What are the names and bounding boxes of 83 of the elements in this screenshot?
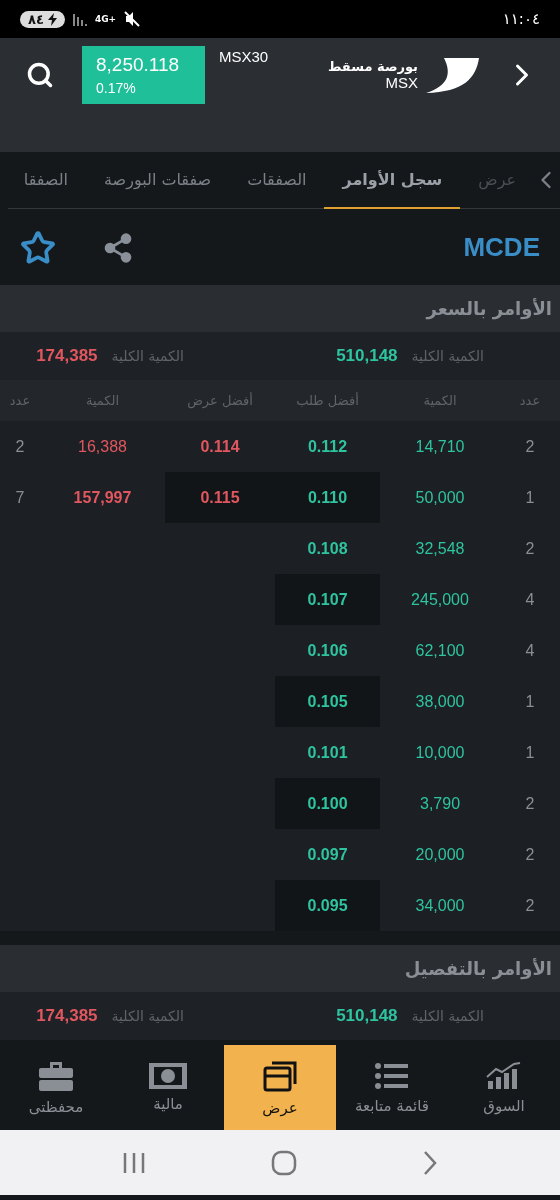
table-cell-text: 7 bbox=[14, 487, 26, 508]
table-cell-text: 16,388 bbox=[77, 436, 128, 457]
index-name: MSX30 bbox=[219, 48, 269, 65]
table-cell: 0.110 bbox=[275, 472, 380, 523]
nav-item[interactable]: السوق bbox=[448, 1045, 560, 1130]
table-cell-text: 0.114 bbox=[199, 436, 241, 457]
table-cell: 0.105 bbox=[275, 676, 380, 727]
nav-item[interactable]: محفظتى bbox=[0, 1045, 112, 1130]
chart-icon bbox=[486, 1060, 522, 1091]
favorite-button[interactable] bbox=[20, 229, 56, 266]
tab[interactable]: الصفقا bbox=[5, 152, 87, 209]
table-cell-text: 2 bbox=[14, 436, 26, 457]
banknote-icon bbox=[149, 1062, 187, 1089]
table-cell-text: 0.108 bbox=[306, 538, 349, 559]
table-cell-text: 10,000 bbox=[414, 742, 466, 763]
search-icon[interactable] bbox=[26, 61, 54, 89]
total-value: 510,148 bbox=[336, 1006, 398, 1026]
table-cell-text: 2 bbox=[524, 436, 536, 457]
total-label: الكمية الكلية bbox=[411, 1008, 484, 1024]
column-header: الكمية bbox=[84, 393, 121, 408]
nav-item[interactable]: عرض bbox=[224, 1045, 336, 1130]
table-cell-text: 2 bbox=[524, 844, 536, 865]
column-header: أفضل طلب bbox=[295, 393, 360, 408]
battery-indicator: ٨٤ bbox=[20, 10, 65, 28]
list-icon bbox=[374, 1060, 410, 1091]
table-cell-text: 50,000 bbox=[414, 487, 466, 508]
table-cell-text: 0.097 bbox=[306, 844, 349, 865]
table-cell-text: 4 bbox=[524, 640, 536, 661]
tab[interactable]: سجل الأوامر bbox=[324, 152, 461, 209]
table-cell: 0.100 bbox=[275, 778, 380, 829]
nav-item[interactable]: قائمة متابعة bbox=[336, 1045, 448, 1130]
column-header: الكمية bbox=[422, 393, 458, 408]
table-cell-text: 2 bbox=[524, 793, 536, 814]
table-cell-text: 1 bbox=[524, 691, 536, 712]
table-cell-text: 4 bbox=[524, 589, 536, 610]
nav-item[interactable]: مالية bbox=[112, 1045, 224, 1130]
logo-text: MSX bbox=[385, 74, 418, 91]
table-cell-text: 62,100 bbox=[414, 640, 466, 661]
network-label: 4G+ bbox=[94, 14, 117, 24]
table-cell: 0.115 bbox=[165, 472, 275, 523]
table-cell-text: 20,000 bbox=[414, 844, 466, 865]
logo-text: بورصة مسقط bbox=[327, 59, 418, 74]
section-title: الأوامر بالتفصيل bbox=[404, 958, 552, 979]
table-cell-text: 14,710 bbox=[414, 436, 466, 457]
total-value: 174,385 bbox=[36, 1006, 98, 1026]
table-cell-text: 34,000 bbox=[414, 895, 466, 916]
column-header: عدد bbox=[518, 393, 542, 408]
mute-icon bbox=[124, 11, 141, 27]
logo-icon bbox=[424, 56, 480, 94]
index-change: 0.17% bbox=[96, 80, 137, 96]
briefcase-icon bbox=[38, 1059, 74, 1092]
section-title: الأوامر بالسعر bbox=[426, 298, 552, 319]
home-button[interactable] bbox=[271, 1149, 297, 1176]
tab[interactable]: صفقات البورصة bbox=[86, 152, 230, 209]
table-cell-text: 157,997 bbox=[72, 487, 133, 508]
table-cell-text: 2 bbox=[524, 895, 536, 916]
table-cell: 0.107 bbox=[275, 574, 380, 625]
column-header: عدد bbox=[8, 393, 32, 408]
index-value: 8,250.118 bbox=[96, 54, 181, 76]
total-value: 174,385 bbox=[36, 346, 98, 366]
table-cell-text: 32,548 bbox=[414, 538, 466, 559]
column-header: أفضل عرض bbox=[186, 393, 254, 408]
recent-apps-button[interactable] bbox=[122, 1151, 147, 1174]
total-value: 510,148 bbox=[336, 346, 398, 366]
table-cell-text: 0.112 bbox=[306, 436, 349, 457]
share-button[interactable] bbox=[102, 231, 134, 264]
table-cell-text: 1 bbox=[524, 487, 536, 508]
clock: ١١:٠٤ bbox=[502, 10, 540, 28]
symbol-code: MCDE bbox=[463, 232, 540, 263]
total-label: الكمية الكلية bbox=[111, 348, 184, 364]
tab[interactable]: الصفقات bbox=[229, 152, 325, 209]
back-button[interactable] bbox=[421, 1149, 438, 1176]
table-cell-text: 0.106 bbox=[306, 640, 349, 661]
table-cell-text: 2 bbox=[524, 538, 536, 559]
table-cell-text: 0.101 bbox=[306, 742, 349, 763]
signal-icon bbox=[72, 12, 87, 26]
table-cell-text: 38,000 bbox=[414, 691, 466, 712]
table-cell-text: 3,790 bbox=[419, 793, 462, 814]
table-cell-text: 1 bbox=[524, 742, 536, 763]
total-label: الكمية الكلية bbox=[111, 1008, 184, 1024]
table-cell-text: 245,000 bbox=[410, 589, 470, 610]
table-cell: 0.095 bbox=[275, 880, 380, 931]
total-label: الكمية الكلية bbox=[411, 348, 484, 364]
